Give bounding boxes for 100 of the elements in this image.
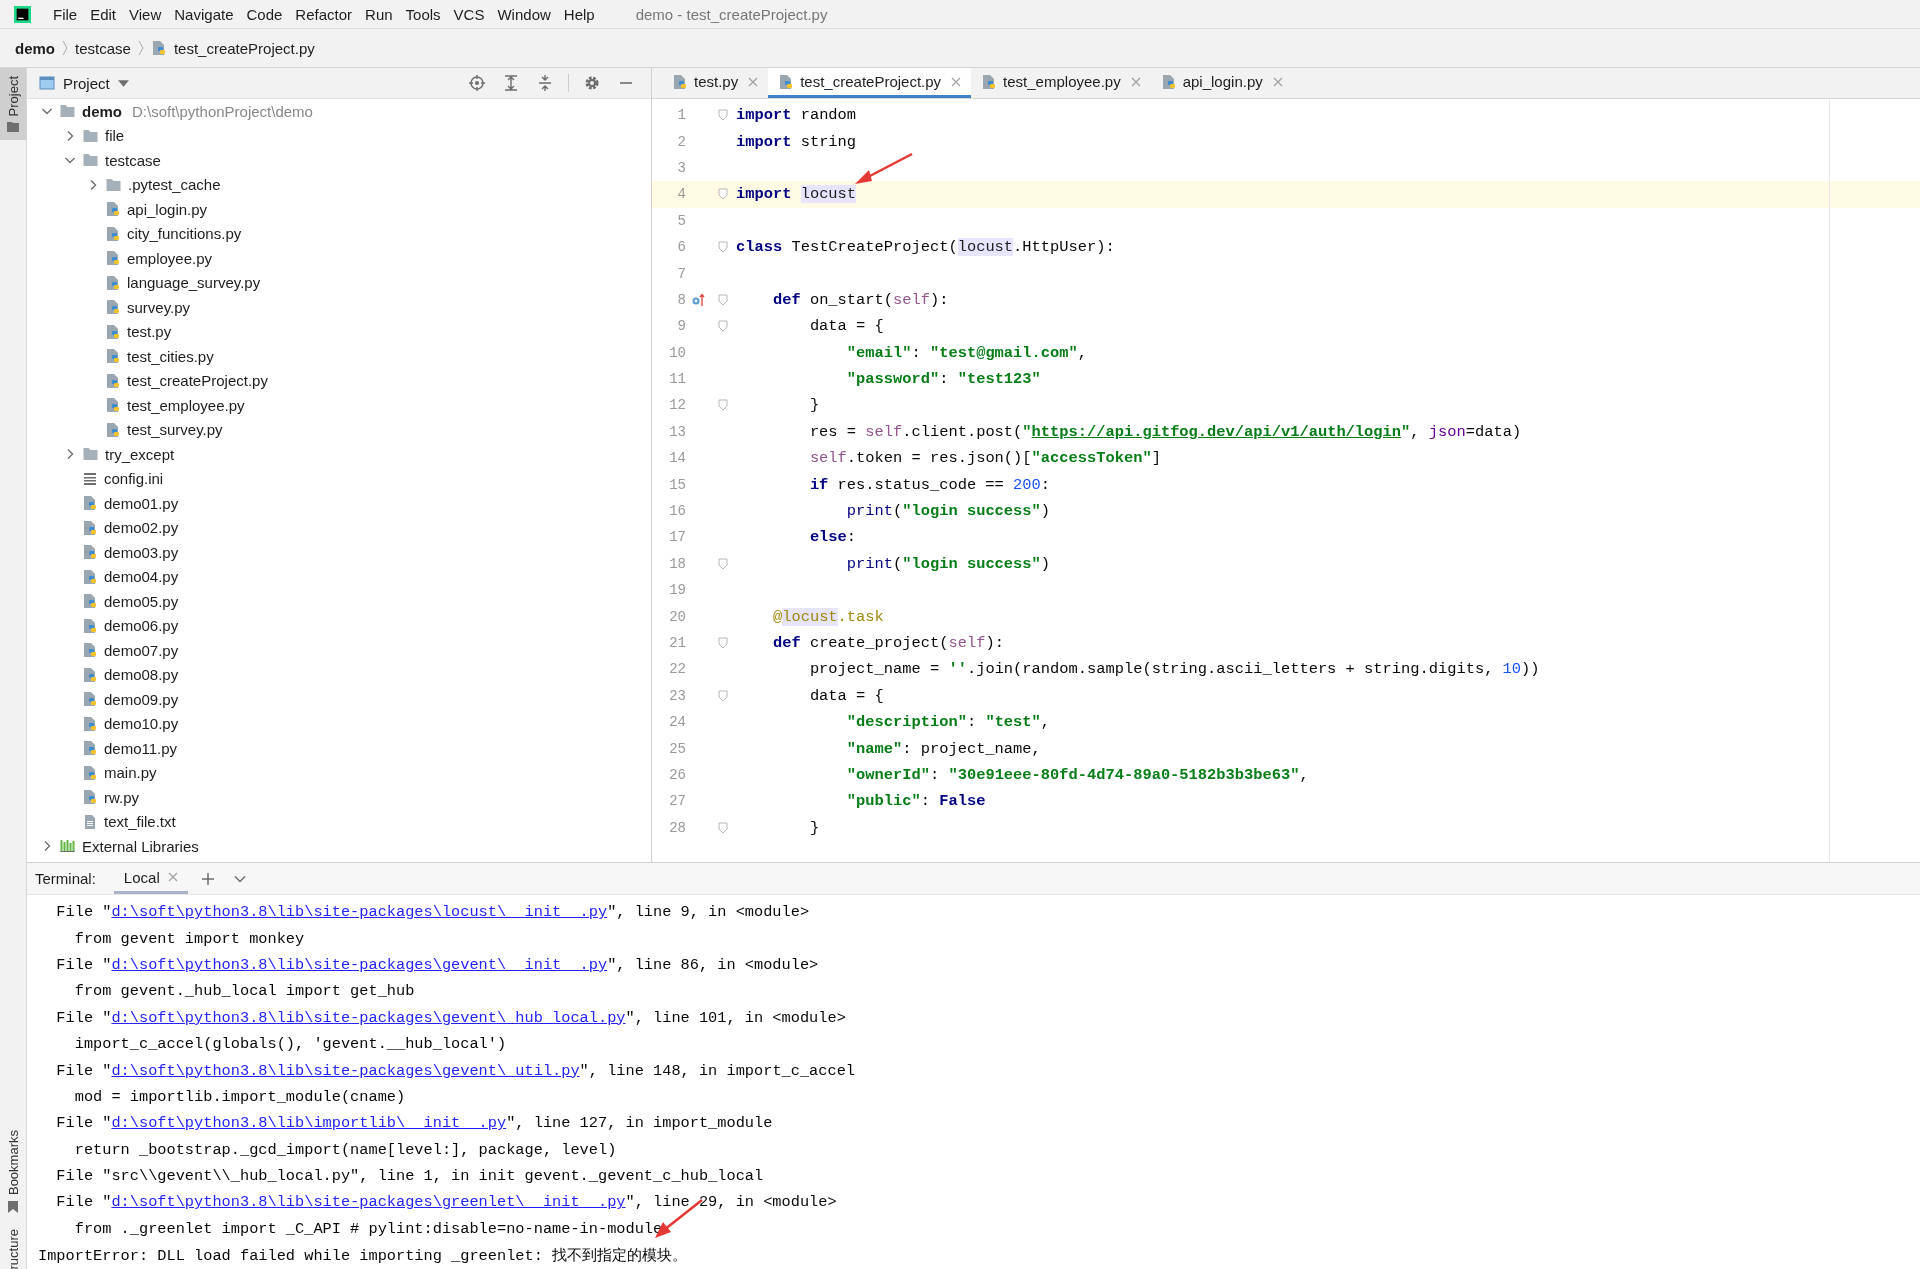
tree-item[interactable]: main.py: [104, 764, 157, 782]
tree-item[interactable]: demo09.py: [104, 690, 179, 708]
tree-item[interactable]: demo: [82, 102, 122, 120]
code-token: }: [808, 818, 820, 837]
terminal-text: File ": [55, 903, 112, 922]
editor-tab[interactable]: test_createProject.py: [768, 68, 972, 98]
fold-marker-icon[interactable]: [718, 637, 728, 649]
tree-item[interactable]: demo07.py: [104, 641, 179, 659]
tree-item[interactable]: text_file.txt: [104, 813, 176, 831]
code-token: ): [1040, 502, 1051, 521]
file-link[interactable]: d:\soft\python3.8\lib\site-packages\greenlet\__init__.py: [111, 1193, 626, 1212]
tree-item[interactable]: demo06.py: [104, 617, 179, 635]
editor-tab[interactable]: test.py: [662, 68, 769, 98]
settings-icon[interactable]: [584, 75, 600, 91]
tree-item[interactable]: test_cities.py: [127, 347, 214, 365]
fold-marker-icon[interactable]: [718, 689, 728, 702]
menu-item[interactable]: VCS: [453, 5, 485, 23]
menu-item[interactable]: Window: [497, 5, 551, 23]
fold-marker-icon[interactable]: [718, 399, 728, 412]
tree-item[interactable]: demo10.py: [104, 715, 179, 733]
fold-marker-icon[interactable]: [718, 557, 728, 570]
terminal-text: ", line 29, in <module>: [625, 1193, 837, 1212]
menu-item[interactable]: Edit: [90, 5, 117, 23]
collapse-all-icon[interactable]: [537, 75, 553, 91]
tree-item[interactable]: demo02.py: [104, 519, 179, 537]
tree-item[interactable]: testcase: [105, 151, 161, 169]
tree-item[interactable]: rw.py: [104, 788, 139, 806]
add-icon[interactable]: [200, 871, 215, 886]
code-token: locust: [957, 238, 1014, 257]
project-view-icon: [39, 75, 55, 91]
tree-item[interactable]: demo08.py: [104, 666, 179, 684]
menu-item[interactable]: View: [129, 5, 162, 23]
tree-item[interactable]: employee.py: [127, 249, 213, 267]
tree-item[interactable]: test_createProject.py: [127, 372, 268, 390]
close-icon[interactable]: [951, 76, 962, 87]
fold-marker-icon[interactable]: [718, 241, 728, 254]
tree-item[interactable]: demo05.py: [104, 592, 179, 610]
file-link[interactable]: d:\soft\python3.8\lib\site-packages\gevent\__init__.py: [111, 955, 608, 974]
menu-item[interactable]: Tools: [405, 5, 441, 23]
terminal-tab[interactable]: Local: [113, 863, 188, 894]
menu-item[interactable]: Refactor: [295, 5, 353, 23]
tree-item[interactable]: language_survey.py: [127, 274, 261, 292]
tree-item[interactable]: survey.py: [127, 298, 191, 316]
fold-marker-icon[interactable]: [718, 188, 728, 201]
tool-window-tab[interactable]: Bookmarks: [0, 1121, 26, 1221]
tree-item[interactable]: api_login.py: [127, 200, 208, 218]
fold-marker-icon[interactable]: [718, 109, 728, 122]
menu-item[interactable]: Help: [563, 5, 595, 23]
fold-marker-icon[interactable]: [718, 293, 728, 306]
close-icon[interactable]: [748, 76, 759, 87]
code-token: (: [893, 554, 903, 573]
dropdown-caret-icon[interactable]: [117, 79, 129, 87]
tree-item[interactable]: demo04.py: [104, 568, 179, 586]
override-marker-icon[interactable]: [691, 292, 705, 307]
terminal-text: File ": [55, 955, 112, 974]
code-token: .task: [837, 607, 884, 626]
tree-item[interactable]: test_employee.py: [127, 396, 245, 414]
close-icon[interactable]: [1130, 76, 1141, 87]
code-token: "email": [845, 343, 912, 362]
file-link[interactable]: d:\soft\python3.8\lib\site-packages\locust\__init__.py: [111, 903, 608, 922]
code-token: ):: [985, 634, 1004, 652]
close-icon[interactable]: [1272, 76, 1283, 87]
tree-item[interactable]: .pytest_cache: [128, 176, 221, 194]
file-link[interactable]: d:\soft\python3.8\lib\site-packages\gevent\_hub_local.py: [111, 1008, 626, 1027]
tree-item[interactable]: test_survey.py: [127, 421, 223, 439]
breadcrumb-item[interactable]: demo: [15, 39, 55, 57]
menu-item[interactable]: File: [53, 5, 78, 23]
tree-item[interactable]: try_except: [105, 445, 175, 463]
tree-item[interactable]: city_funcitions.py: [127, 225, 242, 243]
code-link[interactable]: https://api.gitfog.dev/api/v1/auth/login: [1031, 422, 1402, 441]
file-link[interactable]: d:\soft\python3.8\lib\importlib\__init__.py: [111, 1114, 507, 1133]
tree-item[interactable]: demo01.py: [104, 494, 179, 512]
menu-item[interactable]: Navigate: [174, 5, 234, 23]
tree-item[interactable]: file: [105, 127, 125, 145]
editor-tab[interactable]: api_login.py: [1150, 68, 1293, 98]
code-token: "ownerId": [845, 765, 930, 784]
menu-item[interactable]: Code: [246, 5, 283, 23]
line-number: 15: [668, 476, 686, 493]
fold-marker-icon[interactable]: [718, 821, 728, 834]
tree-item[interactable]: demo03.py: [104, 543, 179, 561]
code-token: "public": [845, 792, 921, 811]
panel-title[interactable]: Project: [63, 74, 110, 92]
code-token: ,: [1410, 422, 1421, 441]
tool-window-tab[interactable]: Project: [0, 68, 26, 141]
editor-tab[interactable]: test_employee.py: [971, 68, 1151, 98]
tree-item[interactable]: External Libraries: [82, 837, 199, 855]
close-icon[interactable]: [167, 872, 178, 882]
fold-marker-icon[interactable]: [718, 320, 728, 333]
menu-item[interactable]: Run: [365, 5, 393, 23]
expand-all-icon[interactable]: [503, 75, 519, 91]
code-token: on_start(: [808, 290, 893, 309]
python-file-icon: [82, 544, 98, 561]
locate-icon[interactable]: [469, 75, 485, 91]
breadcrumb-item[interactable]: test_createProject.py: [173, 39, 315, 57]
tree-item[interactable]: test.py: [127, 323, 172, 341]
breadcrumb-item[interactable]: testcase: [75, 39, 131, 57]
tool-window-tab[interactable]: ructure: [0, 1220, 26, 1269]
tree-item[interactable]: demo11.py: [104, 739, 178, 757]
file-link[interactable]: d:\soft\python3.8\lib\site-packages\gevent\_util.py: [111, 1061, 580, 1080]
tree-item[interactable]: config.ini: [104, 470, 164, 488]
